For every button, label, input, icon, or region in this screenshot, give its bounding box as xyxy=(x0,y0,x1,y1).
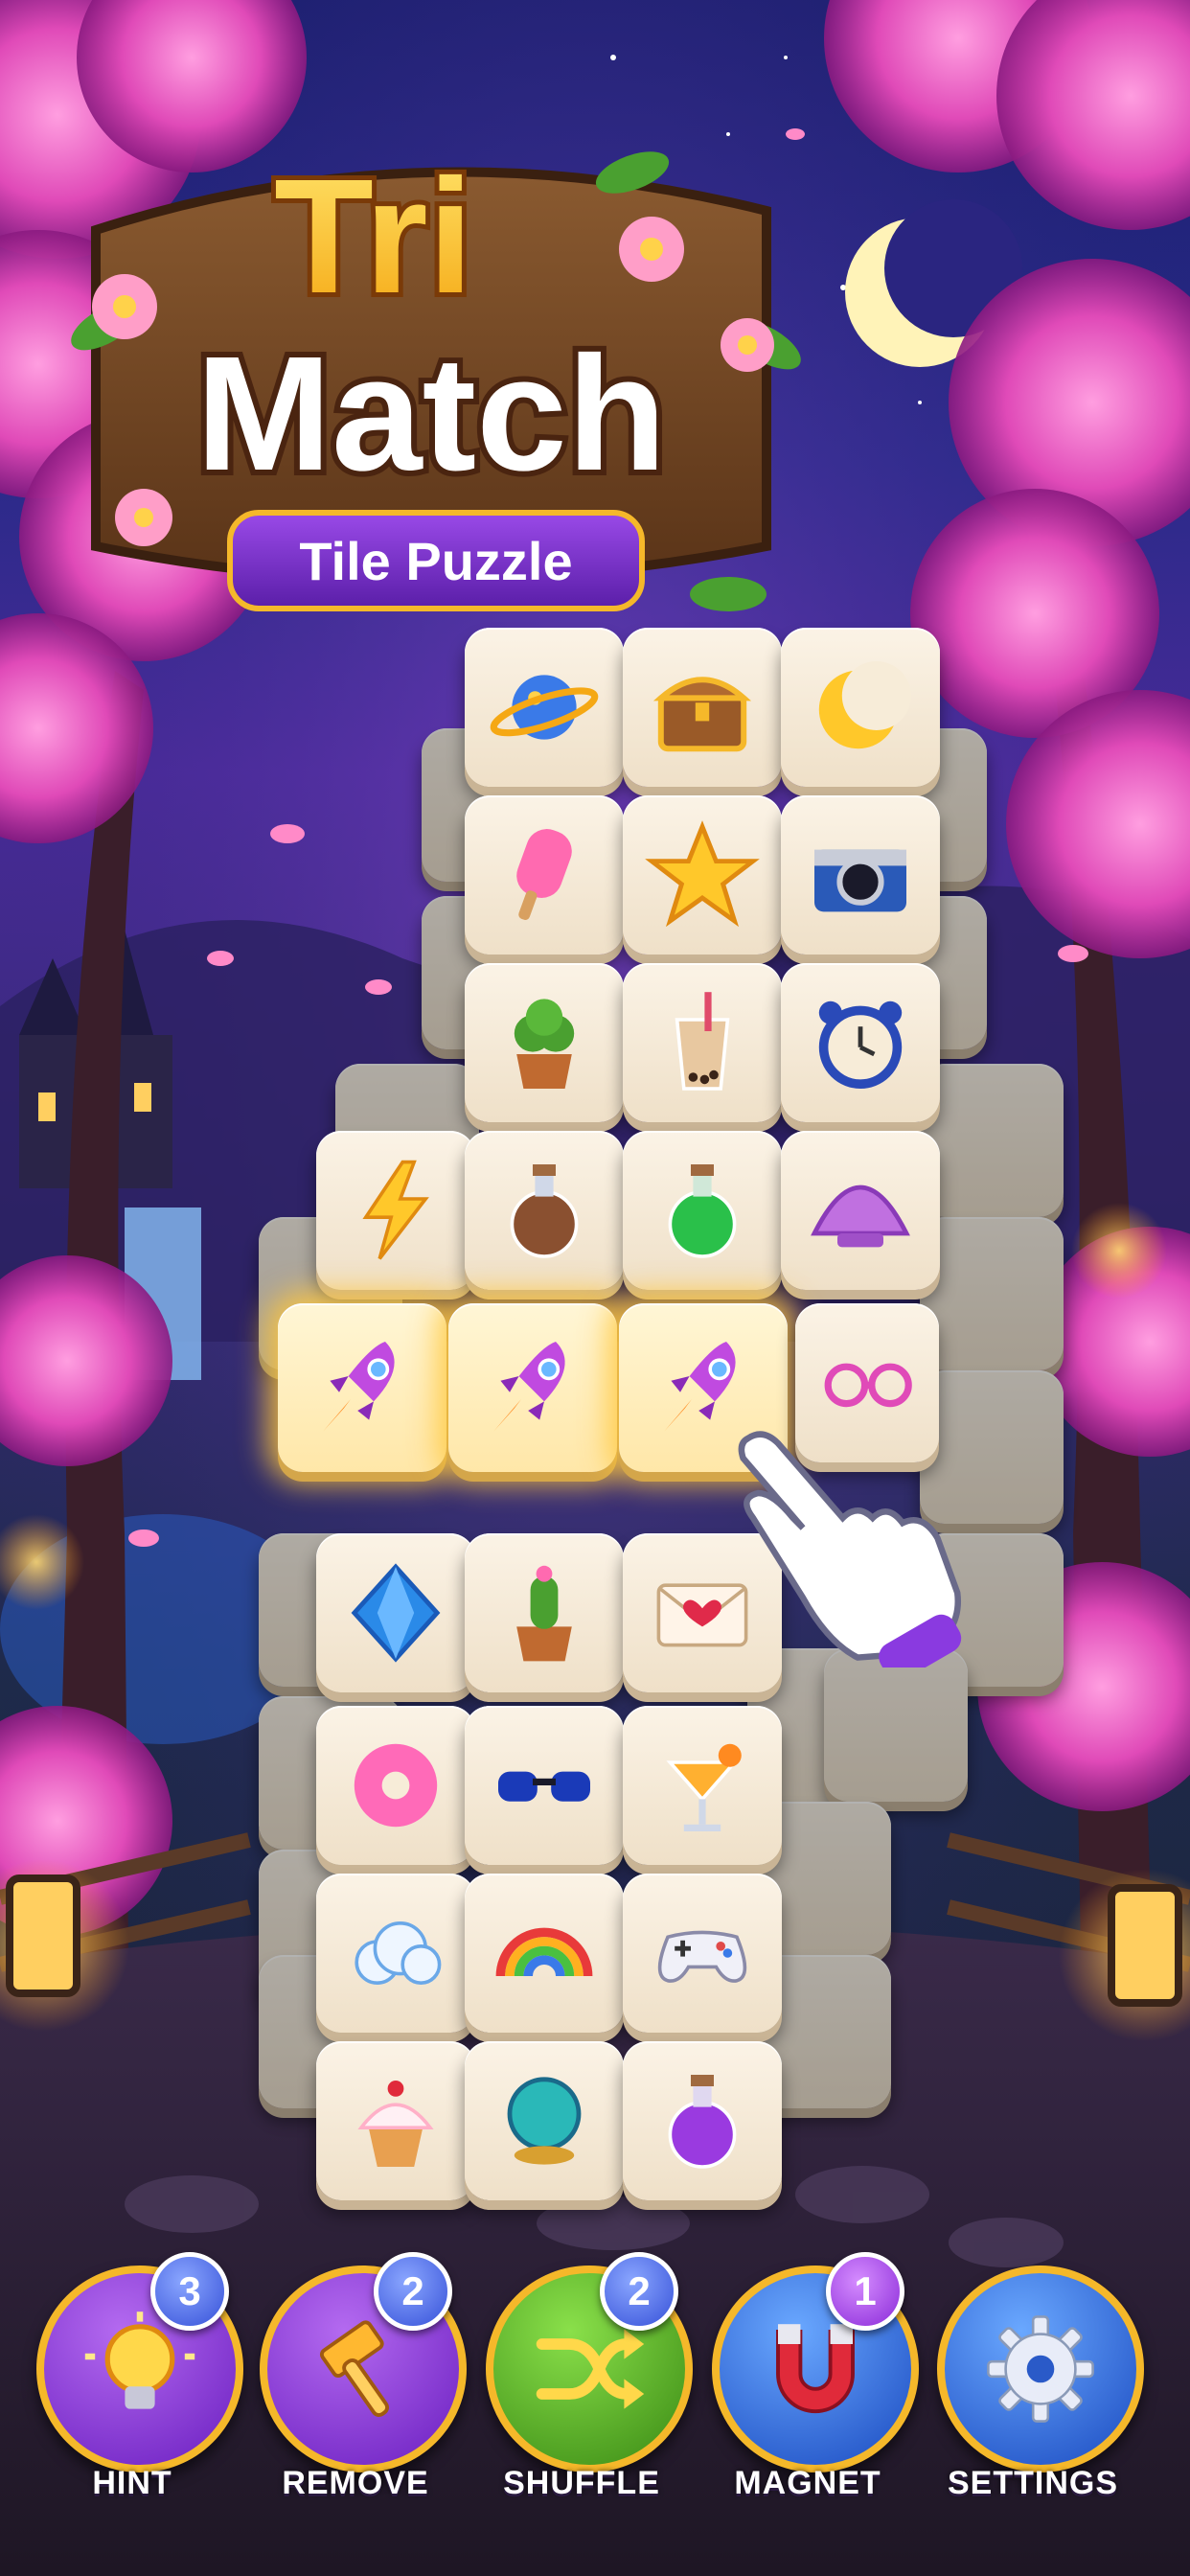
tile-bubble-tea[interactable] xyxy=(623,963,782,1122)
bubble-tea-icon xyxy=(675,992,730,1091)
tile-brown-potion[interactable] xyxy=(465,1131,624,1290)
green-potion-icon xyxy=(668,1164,737,1258)
sunglasses-icon xyxy=(498,1771,590,1802)
gear-icon xyxy=(987,2315,1094,2423)
brown-potion-icon xyxy=(510,1164,579,1258)
hint-count-badge: 3 xyxy=(150,2252,229,2331)
shuffle-label: SHUFFLE xyxy=(503,2465,660,2501)
settings-control: SETTINGS xyxy=(932,2252,1144,2501)
hint-powerup: 3 HINT xyxy=(32,2252,243,2501)
camera-icon xyxy=(814,849,906,912)
remove-count-badge: 2 xyxy=(374,2252,452,2331)
rocket-icon xyxy=(323,1342,395,1432)
tile-donut[interactable] xyxy=(316,1706,475,1865)
tile-green-potion[interactable] xyxy=(623,1131,782,1290)
tile-camera[interactable] xyxy=(781,795,940,954)
tile-cupcake[interactable] xyxy=(316,2041,475,2200)
donut-icon xyxy=(354,1743,438,1828)
tile-rainbow[interactable] xyxy=(465,1874,624,2033)
potted-plant-icon xyxy=(514,999,575,1089)
star-icon xyxy=(645,820,760,928)
popsicle-icon xyxy=(516,829,572,920)
shuffle-powerup: 2 SHUFFLE xyxy=(481,2252,693,2501)
treasure-chest-icon xyxy=(652,677,752,752)
crescent-moon-icon xyxy=(818,661,911,749)
stacked-tile xyxy=(920,1064,1064,1217)
tile-rocket-selected-1[interactable] xyxy=(278,1303,446,1472)
tile-sunglasses[interactable] xyxy=(465,1706,624,1865)
magnet-powerup: 1 MAGNET xyxy=(707,2252,919,2501)
powerup-toolbar: 3 HINT 2 REMOVE 2 SHUFFLE 1 MAGNET SETTI… xyxy=(0,2252,1190,2540)
cupcake-icon xyxy=(357,2081,434,2167)
hint-label: HINT xyxy=(92,2465,172,2501)
gem-icon xyxy=(351,1563,441,1663)
settings-button[interactable] xyxy=(937,2266,1144,2472)
tile-crystal-ball[interactable] xyxy=(465,2041,624,2200)
cactus-icon xyxy=(516,1565,572,1662)
tile-cocktail[interactable] xyxy=(623,1706,782,1865)
tile-planet[interactable] xyxy=(465,628,624,787)
tile-star[interactable] xyxy=(623,795,782,954)
tile-lightning[interactable] xyxy=(316,1131,475,1290)
rainbow-icon xyxy=(495,1927,593,1977)
remove-powerup: 2 REMOVE xyxy=(255,2252,467,2501)
tile-cactus[interactable] xyxy=(465,1533,624,1692)
alarm-clock-icon xyxy=(818,1000,903,1089)
magnet-label: MAGNET xyxy=(734,2465,881,2501)
cocktail-icon xyxy=(666,1743,742,1831)
tile-seashell[interactable] xyxy=(781,1131,940,1290)
tile-game-controller[interactable] xyxy=(623,1874,782,2033)
tile-alarm-clock[interactable] xyxy=(781,963,940,1122)
tap-hand-pointer-icon xyxy=(738,1431,962,1668)
cloud-icon xyxy=(355,1921,442,1985)
magnet-count-badge: 1 xyxy=(826,2252,904,2331)
tile-rocket-selected-2[interactable] xyxy=(448,1303,617,1472)
purple-potion-icon xyxy=(668,2075,737,2169)
tile-purple-potion[interactable] xyxy=(623,2041,782,2200)
tile-board xyxy=(0,0,1190,2576)
lightning-icon xyxy=(362,1160,429,1260)
tile-crescent-moon[interactable] xyxy=(781,628,940,787)
remove-label: REMOVE xyxy=(282,2465,429,2501)
stacked-tile xyxy=(920,1217,1064,1370)
tile-popsicle[interactable] xyxy=(465,795,624,954)
tile-cloud[interactable] xyxy=(316,1874,475,2033)
seashell-icon xyxy=(811,1184,910,1248)
planet-icon xyxy=(490,675,599,740)
stacked-tile xyxy=(824,1648,968,1802)
tile-treasure-chest[interactable] xyxy=(623,628,782,787)
rocket-icon xyxy=(493,1342,565,1432)
tile-gem[interactable] xyxy=(316,1533,475,1692)
game-controller-icon xyxy=(657,1930,747,1983)
shuffle-count-badge: 2 xyxy=(600,2252,678,2331)
crystal-ball-icon xyxy=(507,2077,582,2165)
tile-potted-plant[interactable] xyxy=(465,963,624,1122)
settings-label: SETTINGS xyxy=(947,2465,1119,2501)
